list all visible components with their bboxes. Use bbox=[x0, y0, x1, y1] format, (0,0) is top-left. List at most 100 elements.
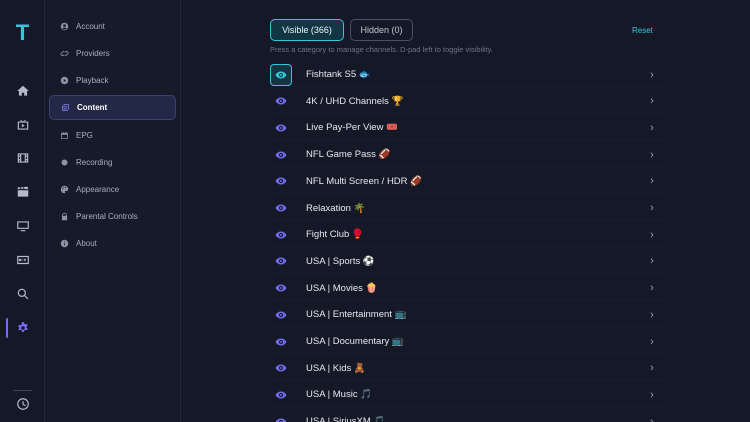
lock-icon bbox=[59, 212, 69, 222]
sidebar-item-recording[interactable]: Recording bbox=[49, 150, 176, 175]
category-row[interactable]: Live Pay-Per View 🎟️ › bbox=[270, 116, 663, 141]
category-row[interactable]: 4K / UHD Channels 🏆 › bbox=[270, 90, 663, 114]
category-label: USA | Entertainment 📺 bbox=[306, 309, 407, 321]
eye-icon bbox=[275, 364, 287, 372]
chevron-right-icon: › bbox=[650, 335, 654, 348]
content-icon bbox=[60, 103, 70, 113]
settings-sidebar: Account Providers Playback Content EPG R… bbox=[45, 0, 181, 422]
chevron-right-icon: › bbox=[650, 68, 654, 81]
chevron-right-icon: › bbox=[650, 121, 654, 134]
sidebar-item-playback[interactable]: Playback bbox=[49, 68, 176, 93]
category-label: NFL Game Pass 🏈 bbox=[306, 149, 391, 161]
sidebar-item-label: Appearance bbox=[76, 185, 120, 194]
eye-icon bbox=[275, 177, 287, 185]
rail-dvr[interactable] bbox=[0, 248, 45, 272]
category-row[interactable]: USA | Documentary 📺 › bbox=[270, 330, 663, 354]
clock-icon bbox=[16, 398, 29, 410]
sidebar-item-appearance[interactable]: Appearance bbox=[49, 177, 176, 202]
chevron-right-icon: › bbox=[650, 228, 654, 241]
visibility-toggle[interactable] bbox=[270, 90, 292, 112]
category-row[interactable]: USA | SiriusXM 🎵 › bbox=[270, 410, 663, 422]
visibility-toggle[interactable] bbox=[270, 331, 292, 353]
sidebar-item-label: Providers bbox=[76, 49, 110, 58]
visibility-toggle[interactable] bbox=[270, 250, 292, 272]
category-row[interactable]: Fishtank S5 🐟 › bbox=[270, 63, 663, 87]
chevron-right-icon: › bbox=[650, 202, 654, 214]
visibility-toggle[interactable] bbox=[270, 384, 292, 406]
rail-home[interactable] bbox=[0, 79, 45, 103]
rail-movies[interactable] bbox=[0, 146, 45, 170]
sidebar-item-label: About bbox=[76, 239, 97, 248]
eye-icon bbox=[275, 391, 287, 399]
visibility-toggle[interactable] bbox=[270, 144, 292, 166]
category-row[interactable]: USA | Entertainment 📺 › bbox=[270, 303, 663, 328]
category-label: USA | SiriusXM 🎵 bbox=[306, 416, 386, 422]
sidebar-item-label: Parental Controls bbox=[76, 212, 138, 221]
visibility-toggle[interactable] bbox=[270, 197, 292, 219]
content-settings-panel: Visible (366) Hidden (0) Reset Press a c… bbox=[181, 0, 750, 422]
eye-icon bbox=[275, 97, 287, 105]
chevron-right-icon: › bbox=[650, 308, 654, 321]
play-icon bbox=[59, 76, 69, 86]
search-icon bbox=[17, 288, 28, 300]
category-label: USA | Kids 🧸 bbox=[306, 362, 366, 374]
visibility-toggle[interactable] bbox=[270, 224, 292, 246]
category-label: Fishtank S5 🐟 bbox=[306, 69, 371, 80]
chevron-right-icon: › bbox=[650, 388, 654, 401]
chevron-right-icon: › bbox=[650, 175, 654, 188]
sidebar-item-parental-controls[interactable]: Parental Controls bbox=[49, 204, 176, 229]
live-tv-icon bbox=[17, 119, 28, 130]
category-row[interactable]: USA | Sports ⚽ › bbox=[270, 250, 663, 274]
eye-icon bbox=[275, 338, 287, 345]
visibility-toggle[interactable] bbox=[270, 357, 292, 379]
chevron-right-icon: › bbox=[650, 415, 654, 422]
category-row[interactable]: Fight Club 🥊 › bbox=[270, 223, 663, 248]
visibility-toggle[interactable] bbox=[270, 304, 292, 326]
category-row[interactable]: USA | Music 🎵 › bbox=[270, 383, 663, 408]
rail-history[interactable] bbox=[0, 392, 45, 416]
sidebar-item-label: Recording bbox=[76, 158, 113, 167]
category-label: Relaxation 🌴 bbox=[306, 202, 366, 214]
tab-visible[interactable]: Visible (366) bbox=[270, 19, 344, 41]
visibility-toggle[interactable] bbox=[270, 170, 292, 192]
category-row[interactable]: USA | Kids 🧸 › bbox=[270, 357, 663, 381]
eye-icon bbox=[275, 71, 287, 78]
rail-monitor[interactable] bbox=[0, 214, 45, 238]
nav-rail: T bbox=[0, 0, 45, 422]
rail-live-tv[interactable] bbox=[0, 113, 45, 137]
instructions-text: Press a category to manage channels. D-p… bbox=[270, 45, 493, 54]
visibility-toggle[interactable] bbox=[270, 117, 292, 139]
visibility-toggle[interactable] bbox=[270, 63, 292, 86]
sidebar-item-providers[interactable]: Providers bbox=[49, 41, 176, 66]
sidebar-item-label: EPG bbox=[76, 131, 93, 140]
palette-icon bbox=[59, 185, 69, 195]
visibility-toggle[interactable] bbox=[270, 411, 292, 422]
chevron-right-icon: › bbox=[650, 148, 654, 161]
category-label: NFL Multi Screen / HDR 🏈 bbox=[306, 175, 422, 187]
gear-icon bbox=[17, 322, 28, 332]
sidebar-item-epg[interactable]: EPG bbox=[49, 123, 176, 148]
rail-search[interactable] bbox=[0, 282, 45, 306]
eye-icon bbox=[275, 151, 287, 159]
monitor-icon bbox=[16, 221, 29, 232]
tab-hidden[interactable]: Hidden (0) bbox=[350, 19, 413, 41]
reset-button[interactable]: Reset bbox=[632, 26, 653, 35]
category-label: Fight Club 🥊 bbox=[306, 229, 364, 241]
dvr-icon bbox=[16, 255, 29, 265]
sidebar-item-about[interactable]: About bbox=[49, 231, 176, 256]
category-row[interactable]: USA | Movies 🍿 › bbox=[270, 277, 663, 301]
rail-settings[interactable] bbox=[0, 316, 45, 340]
calendar-icon bbox=[59, 131, 69, 141]
chevron-right-icon: › bbox=[650, 362, 654, 375]
eye-icon bbox=[275, 284, 287, 292]
chevron-right-icon: › bbox=[650, 95, 654, 108]
visibility-toggle[interactable] bbox=[270, 277, 292, 299]
category-row[interactable]: Relaxation 🌴 › bbox=[270, 197, 663, 221]
sidebar-item-content[interactable]: Content bbox=[49, 95, 176, 120]
category-row[interactable]: NFL Multi Screen / HDR 🏈 › bbox=[270, 170, 663, 194]
sidebar-item-label: Playback bbox=[76, 76, 109, 85]
sidebar-item-account[interactable]: Account bbox=[49, 14, 176, 39]
category-row[interactable]: NFL Game Pass 🏈 › bbox=[270, 143, 663, 168]
rail-clapper[interactable] bbox=[0, 180, 45, 204]
home-icon bbox=[16, 85, 29, 96]
